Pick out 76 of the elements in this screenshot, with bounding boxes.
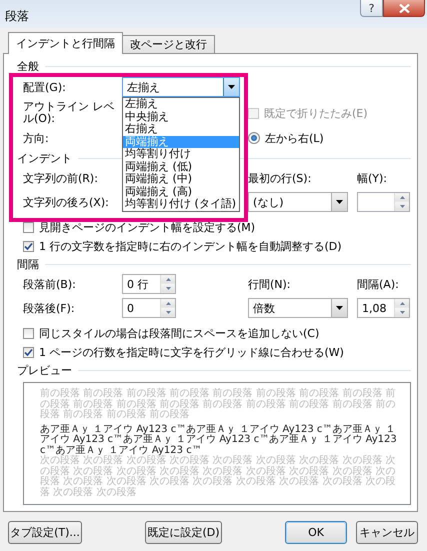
- spin-up-button[interactable]: [161, 275, 175, 284]
- field-label: 最初の行(S):: [248, 170, 312, 186]
- field-label: 間隔(A):: [357, 276, 400, 292]
- spin-field[interactable]: [357, 192, 410, 212]
- dialog-button[interactable]: OK: [285, 521, 347, 544]
- field-label: 幅(Y):: [357, 170, 388, 186]
- up-arrow-icon: [166, 302, 170, 304]
- dropdown-option[interactable]: 均等割り付け (タイ語): [123, 198, 239, 210]
- preview-text: 前の段落 前の段落 前の段落 前の段落 前の段落 前の段落 前の段落 前の段落 前の段落 前の段落 前の段落 前の段落 前の段落 前の段落 前の段落 前の段落 前の段落 前の段落 前の段落 前の段落: [40, 389, 396, 420]
- dropdown-button[interactable]: [223, 78, 239, 96]
- dialog-button[interactable]: 既定に設定(D): [145, 521, 222, 544]
- preview-text: 次の段落 次の段落 次の段落 次の段落 次の段落 次の段落 次の段落 次の段落 次の段落 次の段落 次の段落 次の段落 次の段落 次の段落 次の段落 次の段落 次の段落 次の段落 次の段落 次の段落 次の段落 次の段落 次の段落 次の段落 次の段落 次の段落 次の段落: [40, 456, 396, 498]
- caret-icon: [228, 85, 235, 89]
- field-label: 行間(N):: [248, 276, 292, 292]
- checkbox[interactable]: [23, 328, 34, 339]
- spin-down-button[interactable]: [395, 202, 409, 211]
- dropdown-option[interactable]: 均等割り付け: [123, 148, 239, 160]
- close-icon: [398, 4, 410, 12]
- dropdown-option[interactable]: 中央揃え: [123, 110, 239, 123]
- spin-field[interactable]: 0: [122, 298, 176, 318]
- caret-icon: [336, 306, 343, 310]
- tab[interactable]: 改ページと改行: [123, 35, 215, 54]
- dropdown-option[interactable]: 両端揃え (中): [123, 173, 239, 186]
- field-label: 文字列の前(R):: [23, 170, 99, 186]
- checkbox[interactable]: [23, 241, 34, 252]
- spin-field[interactable]: 1,08: [357, 298, 410, 318]
- checkbox[interactable]: [23, 222, 34, 233]
- section-heading: 全般: [17, 58, 39, 74]
- field-label: 文字列の後ろ(X):: [23, 194, 110, 210]
- spin-up-button[interactable]: [161, 299, 175, 308]
- up-arrow-icon: [400, 302, 404, 304]
- tab[interactable]: インデントと行間隔: [8, 32, 123, 54]
- checkbox-label: 同じスタイルの場合は段落間にスペースを追加しない(C): [39, 326, 320, 341]
- checkbox[interactable]: [23, 347, 34, 358]
- field-label: 段落後(F):: [23, 300, 76, 316]
- dialog-button[interactable]: タブ設定(T)...: [8, 521, 82, 544]
- dropdown-option[interactable]: 左揃え: [123, 98, 239, 110]
- down-arrow-icon: [400, 310, 404, 314]
- section-heading: プレビュー: [17, 362, 72, 378]
- spin-up-button[interactable]: [395, 193, 409, 202]
- dropdown-option[interactable]: 両端揃え (低): [123, 160, 239, 173]
- window-title: 段落: [4, 8, 29, 25]
- checkbox-label: 既定で折りたたみ(E): [264, 106, 368, 120]
- field-label: 段落前(B):: [23, 276, 77, 292]
- up-arrow-icon: [166, 278, 170, 280]
- spin-down-button[interactable]: [161, 308, 175, 317]
- dropdown[interactable]: (なし): [248, 192, 348, 212]
- spin-field[interactable]: 0 行: [122, 274, 176, 294]
- field-label: 方向:: [23, 130, 50, 146]
- field-label: 配置(G):: [23, 80, 67, 94]
- dropdown[interactable]: 左揃え: [122, 77, 240, 97]
- down-arrow-icon: [166, 286, 170, 290]
- spin-down-button[interactable]: [395, 308, 409, 317]
- dropdown-button[interactable]: [331, 193, 347, 211]
- caret-icon: [336, 200, 343, 204]
- spin-down-button[interactable]: [161, 284, 175, 293]
- radio-button[interactable]: [248, 132, 260, 144]
- dropdown-option[interactable]: 右揃え: [123, 123, 239, 136]
- section-heading: インデント: [17, 150, 72, 166]
- dropdown-button[interactable]: [331, 299, 347, 317]
- up-arrow-icon: [400, 196, 404, 198]
- down-arrow-icon: [166, 310, 170, 314]
- spin-up-button[interactable]: [395, 299, 409, 308]
- checkbox-label: 見開きページのインデント幅を設定する(M): [39, 220, 256, 235]
- dropdown[interactable]: 倍数: [248, 298, 348, 318]
- radio-label: 左から右(L): [265, 130, 324, 146]
- down-arrow-icon: [400, 204, 404, 208]
- help-button[interactable]: ?: [360, 0, 383, 17]
- preview-text: あア亜Ａｙ １アイウ Ay123 c™あア亜Ａｙ １アイウ Ay123 c™あア亜Ａｙ １アイウ Ay123 c™あア亜Ａｙ １アイウ Ay123 c™あア亜Ａｙ １アイウ Ay123 c™あア亜Ａｙ １アイウ Ay123 c™: [40, 424, 398, 456]
- dialog-button[interactable]: キャンセル: [356, 521, 418, 544]
- section-heading: 間隔: [17, 256, 39, 272]
- close-button[interactable]: [383, 0, 425, 17]
- checkbox-label: 1 行の文字数を指定時に右のインデント幅を自動調整する(D): [39, 239, 342, 254]
- checkbox-label: 1 ページの行数を指定時に文字を行グリッド線に合わせる(W): [39, 345, 344, 360]
- dropdown-option[interactable]: 両端揃え (高): [123, 186, 239, 198]
- field-label: アウトライン レベル(O):: [23, 101, 116, 125]
